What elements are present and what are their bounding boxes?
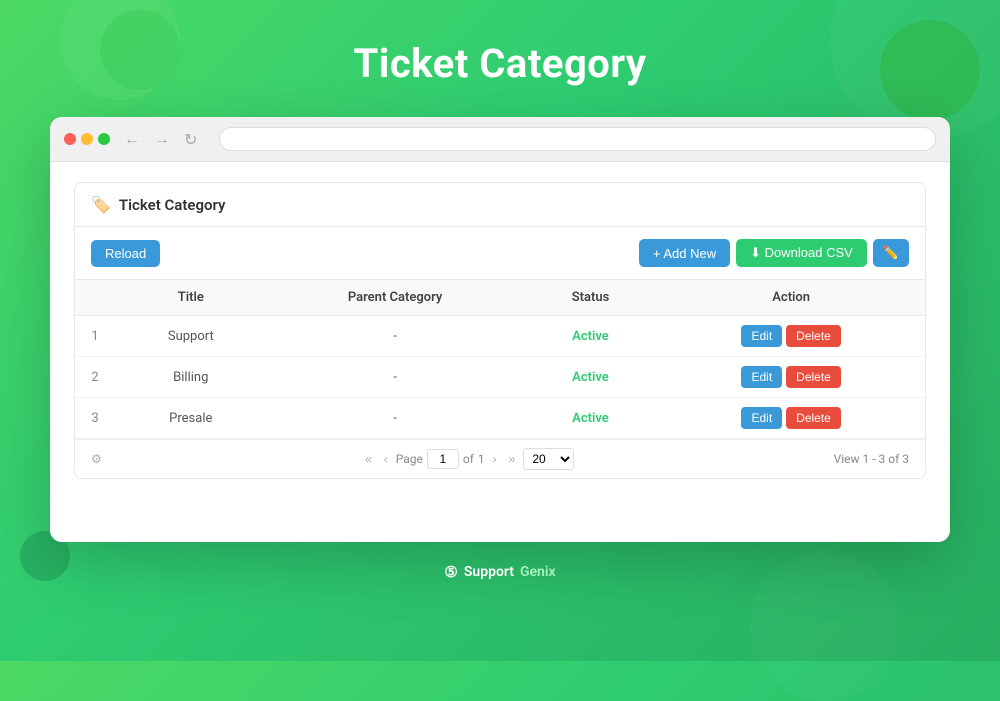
- page-title: Ticket Category: [0, 40, 1000, 87]
- toolbar-left: Reload: [91, 240, 160, 267]
- row-parent: -: [267, 357, 524, 398]
- page-label: Page: [396, 452, 423, 466]
- row-title: Support: [115, 316, 267, 357]
- settings-button[interactable]: ✏️: [873, 239, 909, 267]
- tag-icon: 🏷️: [91, 195, 111, 214]
- edit-button[interactable]: Edit: [741, 325, 782, 347]
- reload-button[interactable]: ↻: [180, 128, 201, 151]
- row-status: Active: [524, 357, 658, 398]
- browser-content: 🏷️ Ticket Category Reload + Add New ⬇ Do…: [50, 162, 950, 542]
- table-row: 2 Billing - Active Edit Delete: [75, 357, 925, 398]
- brand-genix: Genix: [520, 564, 556, 580]
- panel-title: Ticket Category: [119, 196, 226, 214]
- row-id: 3: [75, 398, 115, 439]
- row-action: Edit Delete: [657, 316, 925, 357]
- col-num: [75, 280, 115, 316]
- edit-button[interactable]: Edit: [741, 366, 782, 388]
- table-header-row: Title Parent Category Status Action: [75, 280, 925, 316]
- browser-window: ← → ↻ 🏷️ Ticket Category Reload + Add Ne…: [50, 117, 950, 542]
- row-id: 1: [75, 316, 115, 357]
- table-settings-icon[interactable]: ⚙: [91, 452, 102, 466]
- footer: ⑤ Support Genix: [0, 542, 1000, 597]
- download-csv-button[interactable]: ⬇ Download CSV: [736, 239, 867, 267]
- forward-button[interactable]: →: [150, 127, 174, 151]
- of-label: of: [463, 452, 474, 466]
- row-status: Active: [524, 398, 658, 439]
- reload-button[interactable]: Reload: [91, 240, 160, 267]
- dot-minimize[interactable]: [81, 133, 93, 145]
- delete-button[interactable]: Delete: [786, 366, 841, 388]
- browser-chrome: ← → ↻: [50, 117, 950, 162]
- col-title: Title: [115, 280, 267, 316]
- edit-button[interactable]: Edit: [741, 407, 782, 429]
- add-new-button[interactable]: + Add New: [639, 239, 730, 267]
- address-bar[interactable]: [219, 127, 936, 151]
- last-page-button[interactable]: »: [505, 450, 520, 468]
- col-action: Action: [657, 280, 925, 316]
- pagination-bar: ⚙ « ‹ Page of 1 › » 10 20 50 100: [75, 439, 925, 478]
- row-action: Edit Delete: [657, 398, 925, 439]
- table-row: 3 Presale - Active Edit Delete: [75, 398, 925, 439]
- dot-maximize[interactable]: [98, 133, 110, 145]
- ticket-category-table: Title Parent Category Status Action 1 Su…: [75, 280, 925, 439]
- dot-close[interactable]: [64, 133, 76, 145]
- pagination-controls: « ‹ Page of 1 › » 10 20 50 100: [361, 448, 574, 470]
- total-pages: 1: [478, 452, 485, 466]
- download-icon: ⬇ Download CSV: [750, 245, 853, 261]
- row-parent: -: [267, 316, 524, 357]
- row-title: Billing: [115, 357, 267, 398]
- table-row: 1 Support - Active Edit Delete: [75, 316, 925, 357]
- brand-logo: ⑤ Support Genix: [444, 563, 555, 581]
- toolbar-right: + Add New ⬇ Download CSV ✏️: [639, 239, 909, 267]
- row-id: 2: [75, 357, 115, 398]
- delete-button[interactable]: Delete: [786, 325, 841, 347]
- row-status: Active: [524, 316, 658, 357]
- prev-page-button[interactable]: ‹: [380, 450, 392, 468]
- row-action: Edit Delete: [657, 357, 925, 398]
- back-button[interactable]: ←: [120, 127, 144, 151]
- first-page-button[interactable]: «: [361, 450, 376, 468]
- ticket-category-panel: 🏷️ Ticket Category Reload + Add New ⬇ Do…: [74, 182, 926, 479]
- brand-support: Support: [464, 564, 514, 580]
- row-title: Presale: [115, 398, 267, 439]
- page-header: Ticket Category: [0, 0, 1000, 117]
- panel-header: 🏷️ Ticket Category: [75, 183, 925, 227]
- col-parent: Parent Category: [267, 280, 524, 316]
- row-parent: -: [267, 398, 524, 439]
- delete-button[interactable]: Delete: [786, 407, 841, 429]
- toolbar: Reload + Add New ⬇ Download CSV ✏️: [75, 227, 925, 280]
- browser-dots: [64, 133, 110, 145]
- col-status: Status: [524, 280, 658, 316]
- add-icon: + Add New: [653, 246, 716, 261]
- next-page-button[interactable]: ›: [489, 450, 501, 468]
- view-info: View 1 - 3 of 3: [834, 452, 909, 466]
- brand-icon: ⑤: [444, 563, 457, 581]
- settings-icon: ✏️: [883, 245, 899, 261]
- page-size-select[interactable]: 10 20 50 100: [523, 448, 574, 470]
- page-number-input[interactable]: [427, 449, 459, 469]
- browser-navigation: ← → ↻: [120, 127, 201, 151]
